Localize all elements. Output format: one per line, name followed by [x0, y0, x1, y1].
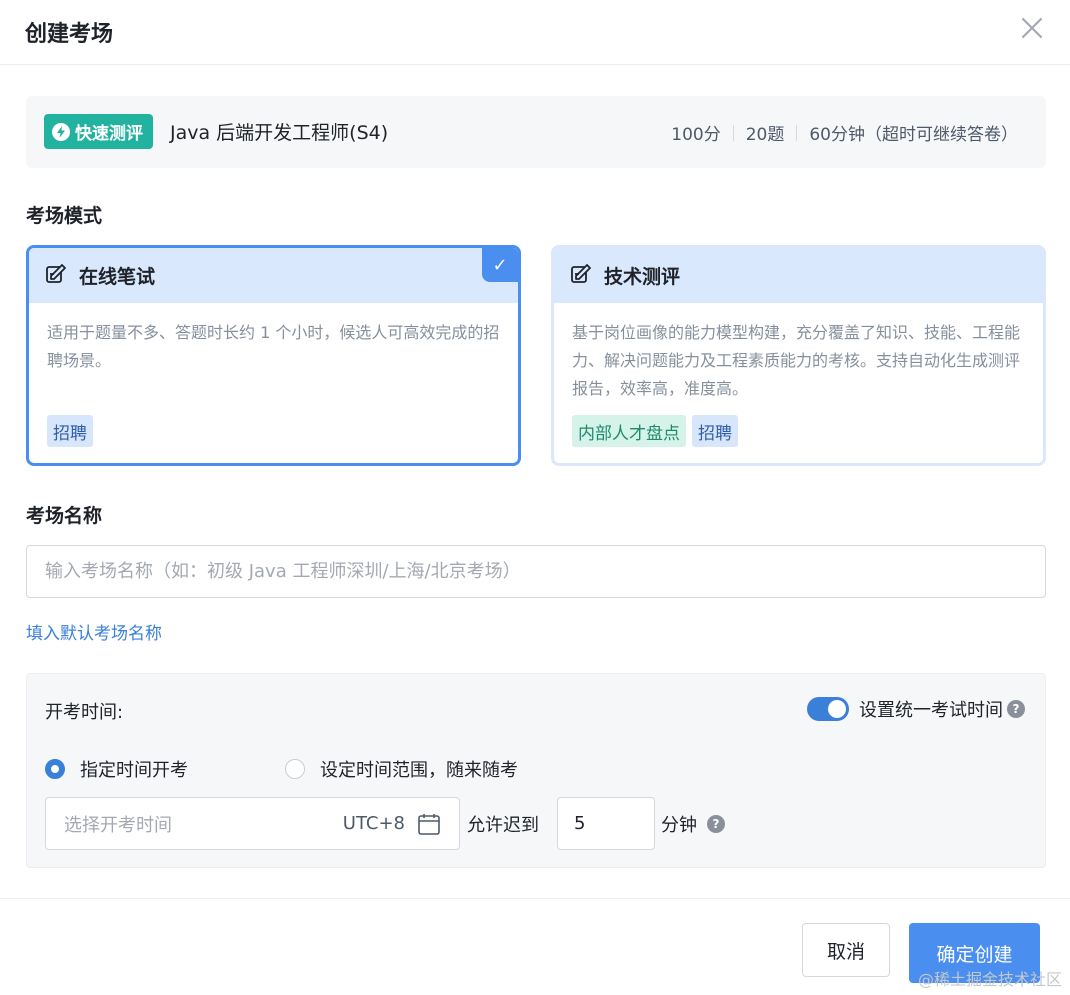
mode-tags: 内部人才盘点 招聘: [572, 415, 738, 447]
late-minutes-input[interactable]: [557, 797, 655, 850]
mode-card-header: 技术测评: [554, 248, 1043, 303]
radio-time-range-label: 设定时间范围，随来随考: [320, 760, 518, 781]
late-unit: 分钟 ?: [661, 811, 725, 837]
exam-question-count: 20题: [745, 125, 785, 145]
late-allowance-label: 允许迟到: [467, 815, 539, 836]
radio-time-range[interactable]: 设定时间范围，随来随考: [285, 756, 518, 782]
meta-divider: [796, 124, 798, 141]
help-icon[interactable]: ?: [1007, 700, 1025, 718]
exam-name-input[interactable]: [26, 545, 1046, 598]
edit-icon: [570, 263, 592, 289]
mode-card-header: 在线笔试: [29, 248, 518, 303]
unified-time-setting: 设置统一考试时间 ?: [807, 696, 1025, 722]
mode-name: 技术测评: [604, 266, 681, 288]
cancel-button[interactable]: 取消: [802, 923, 890, 977]
exam-info-bar: 快速测评 Java 后端开发工程师(S4) 100分 20题 60分钟（超时可继…: [26, 96, 1046, 168]
exam-meta: 100分 20题 60分钟（超时可继续答卷）: [671, 120, 1018, 145]
radio-fixed-time[interactable]: 指定时间开考: [45, 756, 188, 782]
watermark: @稀土掘金技术社区: [917, 970, 1062, 989]
tag-talent-review: 内部人才盘点: [572, 415, 686, 447]
check-icon: ✓: [482, 248, 518, 282]
mode-section-label: 考场模式: [26, 205, 103, 227]
exam-title: Java 后端开发工程师(S4): [170, 122, 389, 144]
mode-description: 基于岗位画像的能力模型构建，充分覆盖了知识、技能、工程能力、解决问题能力及工程素…: [572, 323, 1021, 398]
fill-default-name-link[interactable]: 填入默认考场名称: [26, 619, 162, 644]
radio-unchecked-icon[interactable]: [285, 759, 305, 779]
radio-checked-icon[interactable]: [45, 759, 65, 779]
dialog-title: 创建考场: [25, 22, 114, 47]
mode-tags: 招聘: [47, 415, 93, 447]
start-time-placeholder: 选择开考时间: [64, 814, 172, 836]
calendar-icon[interactable]: [417, 812, 441, 840]
fast-eval-tag: 快速测评: [44, 114, 153, 149]
mode-description: 适用于题量不多、答题时长约 1 个小时，候选人可高效完成的招聘场景。: [47, 323, 500, 370]
unified-time-switch[interactable]: [807, 697, 849, 721]
radio-fixed-time-label: 指定时间开考: [80, 760, 188, 781]
name-section-label: 考场名称: [26, 505, 103, 527]
tag-recruit: 招聘: [47, 415, 93, 447]
exam-score: 100分: [671, 125, 721, 145]
tag-recruit: 招聘: [692, 415, 738, 447]
help-icon[interactable]: ?: [707, 815, 725, 833]
mode-card-tech-eval[interactable]: 技术测评 基于岗位画像的能力模型构建，充分覆盖了知识、技能、工程能力、解决问题能…: [551, 245, 1046, 466]
start-time-label: 开考时间:: [45, 702, 124, 723]
edit-icon: [45, 263, 67, 289]
meta-divider: [732, 124, 734, 141]
dialog-header: 创建考场: [0, 0, 1070, 65]
start-time-panel: 开考时间: 设置统一考试时间 ? 指定时间开考 设定时间范围，随来随考 选择开考…: [26, 673, 1046, 868]
timezone-label: UTC+8: [342, 813, 405, 834]
switch-knob: [828, 700, 846, 718]
start-time-picker[interactable]: 选择开考时间 UTC+8: [45, 797, 460, 850]
minutes-unit-label: 分钟: [661, 815, 697, 836]
lightning-icon: [52, 122, 70, 141]
close-icon[interactable]: [1018, 14, 1046, 42]
mode-card-online-test[interactable]: 在线笔试 适用于题量不多、答题时长约 1 个小时，候选人可高效完成的招聘场景。 …: [26, 245, 521, 466]
fast-eval-label: 快速测评: [75, 124, 143, 144]
unified-time-label: 设置统一考试时间: [859, 700, 1003, 721]
exam-duration: 60分钟（超时可继续答卷）: [809, 125, 1018, 145]
mode-name: 在线笔试: [79, 266, 156, 288]
